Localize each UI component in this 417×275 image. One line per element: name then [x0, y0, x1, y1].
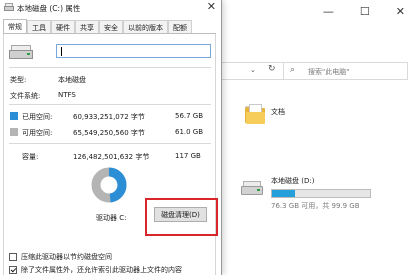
folder-label: 文档 — [271, 108, 285, 116]
search-box[interactable]: ⌕ 搜索"此电脑" — [283, 62, 408, 80]
used-space-swatch — [10, 112, 18, 120]
tab-hardware[interactable]: 硬件 — [51, 20, 75, 33]
refresh-icon[interactable]: ↻ — [268, 64, 276, 74]
used-space-label: 已用空间: — [22, 113, 53, 121]
drive-d-item[interactable]: 本地磁盘 (D:) 76.3 GB 可用，共 99.9 GB — [241, 176, 371, 211]
tab-strip: 常规 工具 硬件 共享 安全 以前的版本 配额 — [3, 19, 192, 33]
folder-documents[interactable]: 文档 — [245, 103, 285, 125]
drive-d-name: 本地磁盘 (D:) — [271, 177, 315, 185]
drive-name-input[interactable] — [56, 44, 211, 58]
free-space-label: 可用空间: — [22, 129, 53, 137]
capacity-bytes: 126,482,501,632 字节 — [73, 153, 150, 161]
used-space-bytes: 60,933,251,072 字节 — [73, 113, 145, 121]
compress-drive-option[interactable]: 压缩此驱动器以节约磁盘空间 — [9, 252, 112, 262]
minimize-button[interactable]: — — [323, 6, 334, 18]
hard-drive-icon — [4, 3, 14, 12]
free-space-swatch — [10, 128, 18, 136]
free-space-size: 61.0 GB — [175, 128, 204, 136]
dialog-close-button[interactable]: ✕ — [207, 1, 216, 13]
maximize-button[interactable]: ☐ — [360, 6, 370, 18]
filesystem-value: NTFS — [58, 91, 76, 99]
drive-properties-dialog: 本地磁盘 (C:) 属性 ✕ 常规 工具 硬件 共享 安全 以前的版本 配额 类… — [0, 0, 222, 275]
dialog-titlebar: 本地磁盘 (C:) 属性 ✕ — [0, 0, 221, 16]
used-space-size: 56.7 GB — [175, 112, 204, 120]
tab-quota[interactable]: 配额 — [168, 20, 192, 33]
hard-drive-icon — [241, 176, 263, 200]
drive-d-free-text: 76.3 GB 可用，共 99.9 GB — [271, 202, 360, 210]
filesystem-label: 文件系统: — [10, 92, 41, 100]
divider — [9, 104, 211, 105]
index-contents-checkbox[interactable] — [9, 266, 17, 274]
drive-d-usage-bar — [271, 189, 371, 198]
close-button[interactable]: ✕ — [396, 6, 405, 18]
text-caret — [61, 47, 62, 56]
disk-cleanup-button[interactable]: 磁盘清理(D) — [154, 207, 207, 222]
tab-general[interactable]: 常规 — [3, 19, 27, 33]
compress-drive-checkbox[interactable] — [9, 253, 17, 261]
folder-icon — [245, 103, 265, 125]
window-controls: — ☐ ✕ — [323, 6, 405, 18]
explorer-titlebar: — ☐ ✕ — [222, 0, 417, 36]
tab-previous-versions[interactable]: 以前的版本 — [123, 20, 168, 33]
disk-usage-donut-chart — [91, 167, 127, 203]
tab-tools[interactable]: 工具 — [27, 20, 51, 33]
drive-c-icon — [9, 42, 33, 62]
divider — [9, 143, 211, 144]
chevron-down-icon[interactable]: ⌄ — [250, 66, 256, 74]
tab-security[interactable]: 安全 — [99, 20, 123, 33]
index-contents-option[interactable]: 除了文件属性外，还允许索引此驱动器上文件的内容 — [9, 265, 182, 275]
dialog-title: 本地磁盘 (C:) 属性 — [17, 4, 81, 13]
drive-c-label: 驱动器 C: — [96, 214, 127, 222]
search-icon: ⌕ — [290, 65, 296, 75]
capacity-label: 容量: — [22, 153, 39, 161]
compress-drive-label: 压缩此驱动器以节约磁盘空间 — [21, 253, 112, 261]
tab-sharing[interactable]: 共享 — [75, 20, 99, 33]
divider — [9, 67, 211, 68]
capacity-size: 117 GB — [175, 152, 201, 160]
search-placeholder: 搜索"此电脑" — [308, 68, 350, 76]
free-space-bytes: 65,549,250,560 字节 — [73, 129, 145, 137]
drive-d-usage-fill — [272, 190, 296, 197]
type-value: 本地磁盘 — [58, 76, 86, 84]
index-contents-label: 除了文件属性外，还允许索引此驱动器上文件的内容 — [21, 266, 182, 274]
type-label: 类型: — [10, 76, 27, 84]
